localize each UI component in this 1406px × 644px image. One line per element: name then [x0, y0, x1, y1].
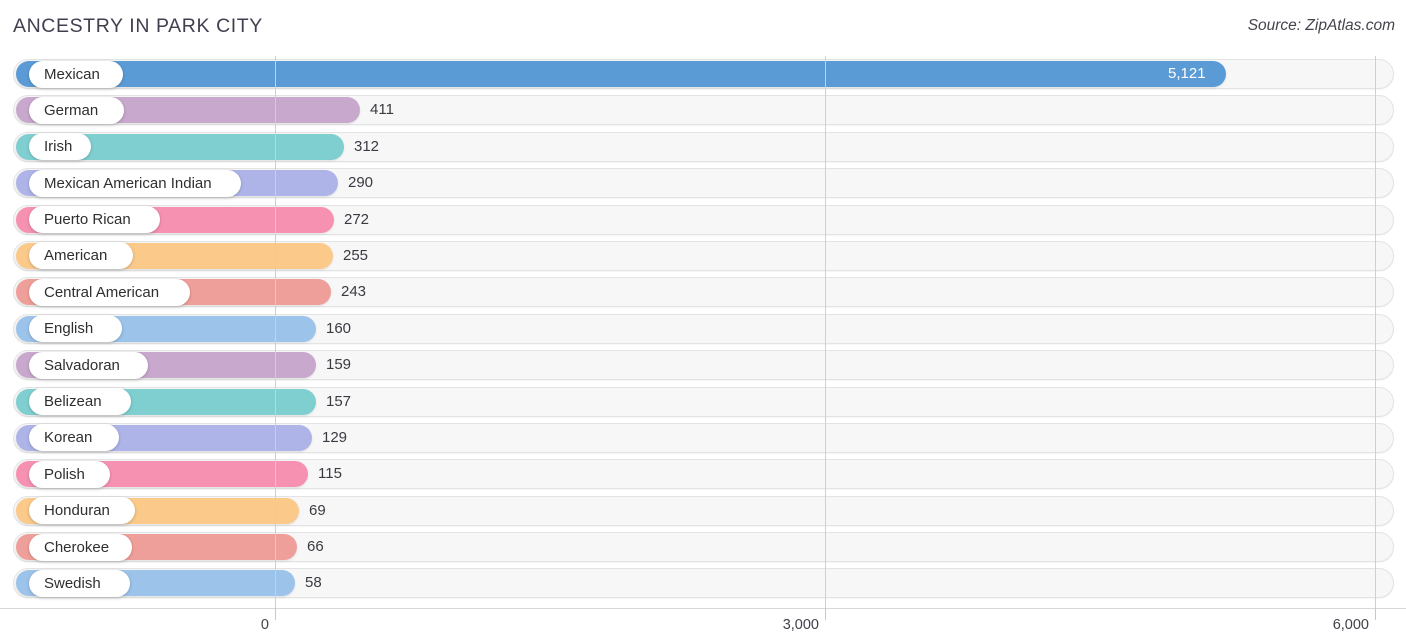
- bar-value-label: 411: [370, 101, 394, 119]
- bar-row: Korean 129: [0, 420, 1406, 456]
- bar-value-label: 115: [318, 465, 342, 483]
- bar-row: Mexican 5,121: [0, 56, 1406, 92]
- bar-value-label: 129: [322, 428, 348, 446]
- category-label: Central American: [44, 283, 160, 301]
- axis-tick: [1375, 608, 1376, 620]
- category-label: American: [44, 247, 108, 265]
- category-label-pill: Cherokee: [29, 533, 132, 561]
- plot-area: Mexican 5,121 German 411 Irish 312 Mexican Ame…: [0, 56, 1406, 608]
- bar-value-label: 160: [326, 319, 352, 337]
- axis-tick-label: 0: [260, 617, 269, 633]
- bar-value-label: 69: [309, 501, 326, 519]
- category-label: Mexican: [44, 65, 100, 83]
- bar-value-label: 58: [305, 574, 322, 592]
- category-label: Salvadoran: [44, 356, 120, 374]
- category-label: Swedish: [44, 574, 101, 592]
- axis-tick: [825, 608, 826, 620]
- bar-row: Puerto Rican 272: [0, 202, 1406, 238]
- category-label-pill: Polish: [29, 460, 110, 488]
- category-label-pill: Belizean: [29, 388, 131, 416]
- category-label-pill: American: [29, 242, 133, 270]
- category-label-pill: Central American: [29, 278, 190, 306]
- category-label: German: [44, 101, 99, 119]
- x-axis: 0 3,000 6,000: [0, 608, 1406, 644]
- category-label-pill: Korean: [29, 424, 119, 452]
- category-label-pill: English: [29, 315, 122, 343]
- category-label: Polish: [44, 465, 85, 483]
- category-label-pill: Irish: [29, 133, 91, 161]
- chart-header: ANCESTRY IN PARK CITY Source: ZipAtlas.c…: [0, 0, 1406, 56]
- bar-row: Swedish 58: [0, 565, 1406, 601]
- bar-row: English 160: [0, 311, 1406, 347]
- category-label: Honduran: [44, 502, 110, 520]
- bar-row: Belizean 157: [0, 384, 1406, 420]
- bar-value-label: 290: [348, 174, 374, 192]
- axis-tick-label: 6,000: [1332, 617, 1369, 633]
- bar-row: Central American 243: [0, 274, 1406, 310]
- chart-page: ANCESTRY IN PARK CITY Source: ZipAtlas.c…: [0, 0, 1406, 644]
- category-label-pill: Swedish: [29, 569, 130, 597]
- bar-value-label: 255: [343, 246, 369, 264]
- bar-row: German 411: [0, 92, 1406, 128]
- category-label-pill: Mexican: [29, 60, 123, 88]
- axis-line: [0, 608, 1406, 609]
- category-label: Irish: [44, 138, 73, 156]
- category-label: Belizean: [44, 393, 102, 411]
- source-attribution: Source: ZipAtlas.com: [1247, 17, 1395, 34]
- category-label: English: [44, 320, 94, 338]
- bar-value-label: 157: [326, 392, 352, 410]
- bar-row: Cherokee 66: [0, 529, 1406, 565]
- bar-row: Irish 312: [0, 129, 1406, 165]
- bar-row: Mexican American Indian 290: [0, 165, 1406, 201]
- bar-value-label: 159: [326, 356, 352, 374]
- bar-row: Honduran 69: [0, 493, 1406, 529]
- category-label-pill: Mexican American Indian: [29, 169, 241, 197]
- bar-value-label: 5,121: [1168, 65, 1206, 82]
- page-title: ANCESTRY IN PARK CITY: [13, 15, 263, 37]
- bar-value-label: 312: [354, 137, 380, 155]
- category-label: Mexican American Indian: [44, 174, 212, 192]
- bar-row: Salvadoran 159: [0, 347, 1406, 383]
- category-label-pill: German: [29, 96, 124, 124]
- bar[interactable]: [16, 61, 1226, 87]
- bar-value-label: 66: [307, 538, 324, 556]
- category-label: Cherokee: [44, 538, 110, 556]
- bar-rows: Mexican 5,121 German 411 Irish 312 Mexican Ame…: [0, 56, 1406, 602]
- category-label: Korean: [44, 429, 93, 447]
- category-label-pill: Honduran: [29, 497, 135, 525]
- category-label: Puerto Rican: [44, 211, 131, 229]
- bar-row: American 255: [0, 238, 1406, 274]
- category-label-pill: Salvadoran: [29, 351, 148, 379]
- axis-tick-label: 3,000: [782, 617, 819, 633]
- bar-value-label: 243: [341, 283, 367, 301]
- axis-tick: [275, 608, 276, 620]
- category-label-pill: Puerto Rican: [29, 206, 160, 234]
- bar-row: Polish 115: [0, 456, 1406, 492]
- bar-value-label: 272: [344, 210, 370, 228]
